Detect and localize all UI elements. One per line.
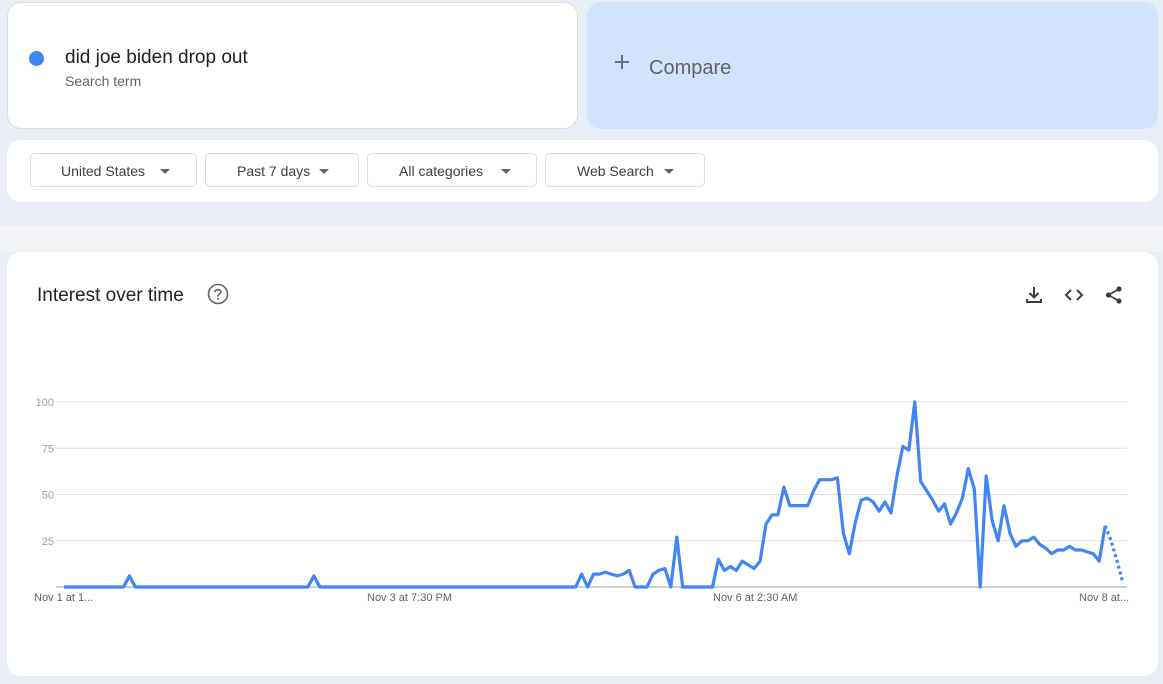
search-term-card[interactable]: did joe biden drop out Search term xyxy=(7,2,578,129)
x-tick-label: Nov 8 at... xyxy=(1079,592,1129,604)
chevron-down-icon xyxy=(319,169,329,174)
search-type-filter-label: Web Search xyxy=(577,163,654,179)
region-filter-dropdown[interactable]: United States xyxy=(30,153,197,187)
page-divider xyxy=(0,212,1163,226)
region-filter-label: United States xyxy=(61,163,146,179)
interest-over-time-card: Interest over time 25 50 75 100 Nov 1 at 1..… xyxy=(7,252,1158,676)
x-tick-label: Nov 3 at 7:30 PM xyxy=(367,592,452,604)
category-filter-label: All categories xyxy=(399,163,484,179)
chevron-down-icon xyxy=(501,169,511,174)
x-tick-label: Nov 6 at 2:30 AM xyxy=(713,592,797,604)
series-color-dot xyxy=(29,51,44,66)
y-tick-label: 75 xyxy=(42,443,54,455)
y-tick-label: 25 xyxy=(42,536,54,548)
chevron-down-icon xyxy=(160,169,170,174)
category-filter-dropdown[interactable]: All categories xyxy=(367,153,537,187)
y-tick-label: 100 xyxy=(36,397,54,409)
filter-bar: United States Past 7 days All categories… xyxy=(7,140,1158,202)
interest-line-chart[interactable]: 25 50 75 100 Nov 1 at 1... Nov 3 at 7:30 PM No… xyxy=(7,252,1158,676)
compare-button[interactable]: Compare xyxy=(587,2,1158,129)
x-tick-label: Nov 1 at 1... xyxy=(34,592,93,604)
page-section-gap xyxy=(0,226,1163,252)
search-term-name[interactable]: did joe biden drop out xyxy=(65,47,248,69)
search-term-type: Search term xyxy=(65,73,142,89)
chevron-down-icon xyxy=(664,169,674,174)
plus-icon xyxy=(615,55,629,69)
y-tick-label: 50 xyxy=(42,490,54,502)
search-type-filter-dropdown[interactable]: Web Search xyxy=(545,153,705,187)
time-filter-label: Past 7 days xyxy=(237,163,311,179)
compare-label: Compare xyxy=(649,57,732,79)
series-line-partial xyxy=(1103,525,1125,584)
time-filter-dropdown[interactable]: Past 7 days xyxy=(205,153,359,187)
